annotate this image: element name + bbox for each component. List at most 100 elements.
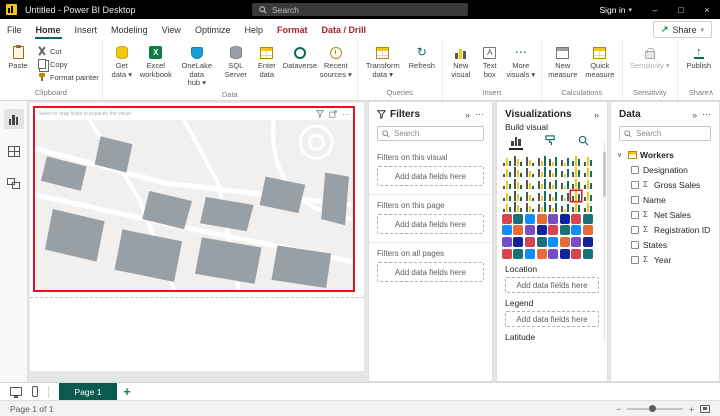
paginated-report-icon[interactable] (548, 202, 558, 212)
custom-visual-25-icon[interactable] (502, 249, 512, 259)
custom-visual-2-icon[interactable] (513, 214, 523, 224)
format-visual-tab[interactable] (545, 135, 556, 150)
custom-visual-26-icon[interactable] (513, 249, 523, 259)
ribbon-tab-modeling[interactable]: Modeling (104, 21, 155, 39)
ribbon-collapse-icon[interactable]: ∧ (708, 88, 714, 97)
filter-funnel-icon[interactable] (316, 110, 324, 118)
power-automate-icon[interactable] (583, 202, 593, 212)
close-button[interactable]: × (694, 0, 720, 19)
new-measure-button[interactable]: New measure (545, 42, 581, 79)
focus-mode-icon[interactable] (329, 110, 337, 118)
treemap-icon[interactable] (513, 179, 523, 189)
zoom-out-button[interactable]: − (616, 404, 621, 414)
enter-data-button[interactable]: Enter data (252, 42, 282, 79)
line-and-clustered-column-chart-icon[interactable] (525, 167, 535, 177)
minimize-button[interactable]: – (642, 0, 668, 19)
ribbon-tab-view[interactable]: View (155, 21, 188, 39)
add-data-fields-dropzone[interactable]: Add data fields here (377, 214, 484, 234)
custom-visual-8-icon[interactable] (583, 214, 593, 224)
data-search-input[interactable]: Search (619, 126, 711, 141)
recent-sources-button[interactable]: Recent sources ▾ (318, 42, 354, 79)
paste-button[interactable]: Paste (3, 42, 33, 71)
add-page-button[interactable]: + (117, 383, 137, 401)
data-collapse-icon[interactable]: » (692, 110, 697, 120)
custom-visual-14-icon[interactable] (560, 225, 570, 235)
desktop-layout-button[interactable] (10, 387, 22, 396)
decomposition-tree-icon[interactable] (502, 202, 512, 212)
sign-in-button[interactable]: Sign in (599, 5, 625, 15)
ribbon-tab-data-drill[interactable]: Data / Drill (314, 21, 373, 39)
line-chart-icon[interactable] (571, 156, 581, 166)
clustered-bar-chart-icon[interactable] (525, 156, 535, 166)
custom-visual-3-icon[interactable] (525, 214, 535, 224)
azure-map-icon[interactable] (571, 191, 581, 201)
analytics-tab[interactable] (578, 135, 589, 150)
filters-collapse-icon[interactable]: » (465, 110, 470, 120)
field-checkbox[interactable] (631, 241, 639, 249)
ribbon-tab-file[interactable]: File (0, 21, 29, 39)
field-row-states[interactable]: States (617, 237, 713, 252)
visualizations-collapse-icon[interactable]: » (594, 110, 599, 120)
global-search-input[interactable]: Search (252, 3, 468, 16)
clustered-column-chart-icon[interactable] (537, 156, 547, 166)
report-page[interactable]: Select or drag fields to populate the vi… (30, 103, 364, 371)
cut-button[interactable]: Cut (37, 46, 99, 56)
well-dropzone-legend[interactable]: Add data fields here (505, 311, 599, 327)
python-visual-icon[interactable] (560, 191, 570, 201)
custom-visual-32-icon[interactable] (583, 249, 593, 259)
filters-more-icon[interactable]: ⋯ (475, 109, 484, 120)
add-data-fields-dropzone[interactable]: Add data fields here (377, 166, 484, 186)
field-row-year[interactable]: ΣYear (617, 252, 713, 267)
sidebar-item-table-view[interactable] (4, 141, 24, 161)
scatter-chart-icon[interactable] (571, 167, 581, 177)
matrix-icon[interactable] (537, 191, 547, 201)
more-visuals-button[interactable]: ⋯More visuals ▾ (504, 42, 538, 79)
table-icon[interactable] (525, 191, 535, 201)
filters-search-input[interactable]: Search (377, 126, 484, 141)
mobile-layout-button[interactable] (32, 386, 38, 397)
stacked-area-chart-icon[interactable] (502, 167, 512, 177)
custom-visual-28-icon[interactable] (537, 249, 547, 259)
expand-caret-icon[interactable]: ∨ (617, 151, 625, 159)
pie-chart-icon[interactable] (583, 167, 593, 177)
transform-data-button[interactable]: Transform data ▾ (361, 42, 405, 79)
custom-visual-18-icon[interactable] (513, 237, 523, 247)
power-apps-icon[interactable] (571, 202, 581, 212)
sign-in-caret-icon[interactable]: ▾ (628, 6, 632, 14)
maximize-button[interactable]: □ (668, 0, 694, 19)
custom-visual-7-icon[interactable] (571, 214, 581, 224)
add-data-fields-dropzone[interactable]: Add data fields here (377, 262, 484, 282)
zoom-in-button[interactable]: + (689, 404, 694, 414)
stacked-bar-chart-icon[interactable] (502, 156, 512, 166)
slicer-icon[interactable] (513, 191, 523, 201)
stacked-column-chart-icon[interactable] (513, 156, 523, 166)
ribbon-chart-icon[interactable] (537, 167, 547, 177)
sidebar-item-report-view[interactable] (4, 109, 24, 129)
table-row-workers[interactable]: ∨ Workers (617, 147, 713, 162)
multi-row-card-icon[interactable] (583, 179, 593, 189)
kpi-icon[interactable] (502, 191, 512, 201)
ribbon-tab-optimize[interactable]: Optimize (188, 21, 238, 39)
custom-visual-10-icon[interactable] (513, 225, 523, 235)
share-button[interactable]: ↗ Share ▾ (653, 21, 712, 38)
refresh-button[interactable]: ↻Refresh (405, 42, 439, 71)
dataverse-button[interactable]: Dataverse (282, 42, 318, 71)
custom-visual-1-icon[interactable] (502, 214, 512, 224)
filled-map-icon[interactable] (537, 179, 547, 189)
new-visual-button[interactable]: New visual (446, 42, 476, 79)
waterfall-chart-icon[interactable] (548, 167, 558, 177)
field-checkbox[interactable] (631, 226, 639, 234)
custom-visual-30-icon[interactable] (560, 249, 570, 259)
custom-visual-6-icon[interactable] (560, 214, 570, 224)
custom-visual-4-icon[interactable] (537, 214, 547, 224)
custom-visual-27-icon[interactable] (525, 249, 535, 259)
custom-visual-11-icon[interactable] (525, 225, 535, 235)
100-stacked-bar-chart-icon[interactable] (548, 156, 558, 166)
field-row-gross-sales[interactable]: ΣGross Sales (617, 177, 713, 192)
arcgis-map-icon[interactable] (560, 202, 570, 212)
custom-visual-20-icon[interactable] (537, 237, 547, 247)
gauge-icon[interactable] (560, 179, 570, 189)
metrics-icon[interactable] (537, 202, 547, 212)
field-checkbox[interactable] (631, 166, 639, 174)
custom-visual-5-icon[interactable] (548, 214, 558, 224)
